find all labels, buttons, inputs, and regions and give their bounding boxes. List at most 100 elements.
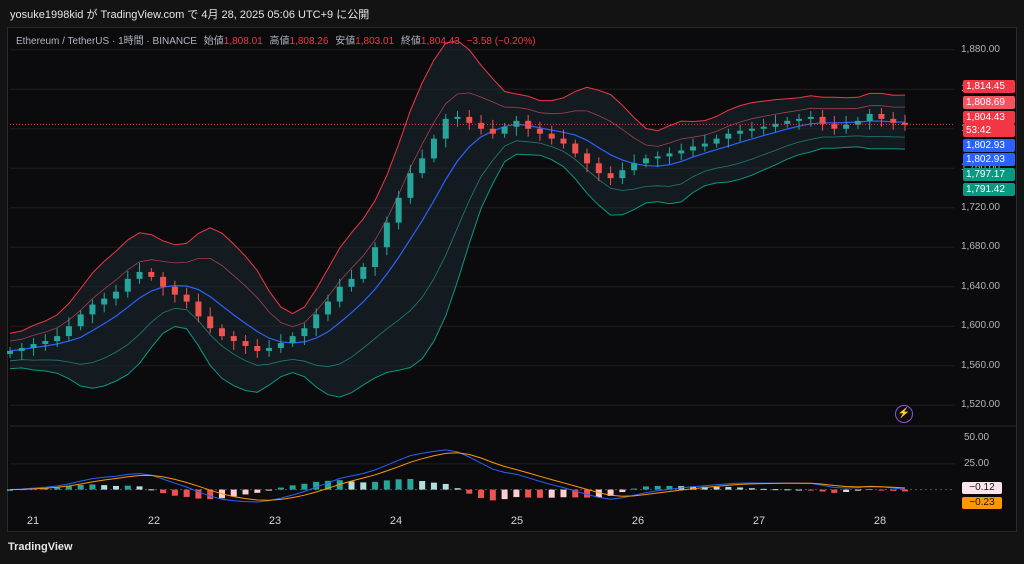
price-chart-svg (7, 39, 1017, 503)
candle-body (407, 173, 414, 198)
macd-tag: −0.12 (962, 482, 1002, 494)
macd-histogram-bar (289, 485, 296, 490)
price-axis-label: 1,560.00 (961, 359, 1000, 371)
macd-histogram-bar (171, 489, 178, 496)
macd-histogram-bar (760, 488, 767, 490)
price-tag: 1,802.93 (963, 153, 1015, 166)
macd-histogram-bar (890, 489, 897, 491)
macd-histogram-bar (737, 487, 744, 490)
candle-body (572, 143, 579, 154)
macd-histogram-bar (77, 484, 84, 490)
macd-histogram-bar (866, 488, 873, 490)
macd-axis-label: 25.00 (964, 457, 990, 469)
macd-histogram-bar (419, 481, 426, 490)
candle-body (890, 118, 897, 123)
macd-histogram-bar (902, 489, 908, 492)
candle-body (454, 116, 461, 119)
candle-body (478, 122, 485, 129)
time-axis-label: 25 (510, 515, 524, 527)
macd-histogram-bar (772, 489, 779, 491)
time-axis-label: 28 (873, 515, 887, 527)
time-axis-label: 21 (26, 515, 40, 527)
candle-body (230, 336, 237, 342)
candle-body (7, 350, 13, 354)
candle-body (866, 113, 873, 121)
candle-body (301, 328, 308, 337)
candle-body (548, 133, 555, 139)
candle-body (218, 328, 225, 337)
price-tag: 1,791.42 (963, 183, 1015, 196)
candle-body (89, 304, 96, 315)
candle-body (796, 118, 803, 121)
candle-body (631, 163, 638, 171)
macd-histogram-bar (442, 483, 449, 490)
candle-body (678, 150, 685, 154)
candle-body (195, 301, 202, 317)
macd-histogram-bar (548, 489, 555, 498)
candle-body (254, 346, 261, 351)
macd-histogram-bar (854, 489, 861, 491)
macd-histogram-bar (478, 489, 485, 498)
macd-histogram-bar (407, 478, 414, 490)
change-value: −3.58 (−0.20%) (466, 36, 536, 47)
macd-histogram-bar (360, 482, 367, 490)
macd-histogram-bar (501, 489, 508, 500)
candle-body (148, 271, 155, 277)
candle-body (171, 286, 178, 295)
candle-body (18, 347, 25, 351)
lightning-icon[interactable]: ⚡ (895, 405, 913, 423)
candle-body (336, 286, 343, 302)
candle-body (878, 113, 885, 119)
macd-histogram-bar (65, 486, 72, 490)
price-axis-label: 1,600.00 (961, 320, 1000, 332)
candle-body (819, 116, 826, 124)
macd-histogram-bar (796, 489, 803, 491)
macd-histogram-bar (454, 488, 461, 490)
tradingview-logo[interactable]: TradingView (8, 541, 73, 553)
candle-body (77, 314, 84, 327)
macd-tag: −0.23 (962, 497, 1002, 509)
macd-axis-label: 50.00 (964, 432, 990, 444)
candle-body (654, 156, 661, 159)
candle-body (266, 347, 273, 351)
candle-body (136, 271, 143, 279)
candle-body (160, 276, 167, 287)
candle-body (513, 120, 520, 127)
price-tag: 1,814.45 (963, 80, 1015, 93)
macd-histogram-bar (831, 489, 838, 493)
candle-body (536, 128, 543, 134)
candle-body (54, 336, 61, 342)
price-tag: 1,802.93 (963, 139, 1015, 152)
candle-body (748, 128, 755, 131)
candle-body (42, 341, 49, 345)
candle-body (501, 126, 508, 134)
candle-body (124, 278, 131, 292)
candle-body (313, 314, 320, 329)
candle-body (725, 133, 732, 139)
candle-body (419, 158, 426, 174)
candle-body (30, 344, 37, 348)
macd-histogram-bar (148, 489, 155, 491)
macd-histogram-bar (372, 481, 379, 490)
macd-histogram-bar (383, 480, 390, 490)
open-value: 1,808.01 (223, 36, 263, 47)
time-axis-label: 27 (752, 515, 766, 527)
candle-body (560, 138, 567, 144)
candle-body (65, 326, 72, 337)
low-value: 1,803.01 (355, 36, 395, 47)
high-value: 1,808.26 (289, 36, 329, 47)
macd-histogram-bar (112, 485, 119, 490)
candle-body (442, 118, 449, 139)
macd-histogram-bar (395, 479, 402, 490)
candle-body (595, 163, 602, 174)
macd-histogram-bar (560, 489, 567, 498)
price-tag: 1,804.43 (963, 111, 1015, 124)
candle-body (690, 146, 697, 151)
time-axis-label: 24 (389, 515, 403, 527)
candle-body (372, 247, 379, 267)
candle-body (277, 343, 284, 348)
price-tag: 1,797.17 (963, 168, 1015, 181)
candle-body (395, 197, 402, 223)
price-axis-label: 1,520.00 (961, 399, 1000, 411)
macd-histogram-bar (642, 486, 649, 490)
